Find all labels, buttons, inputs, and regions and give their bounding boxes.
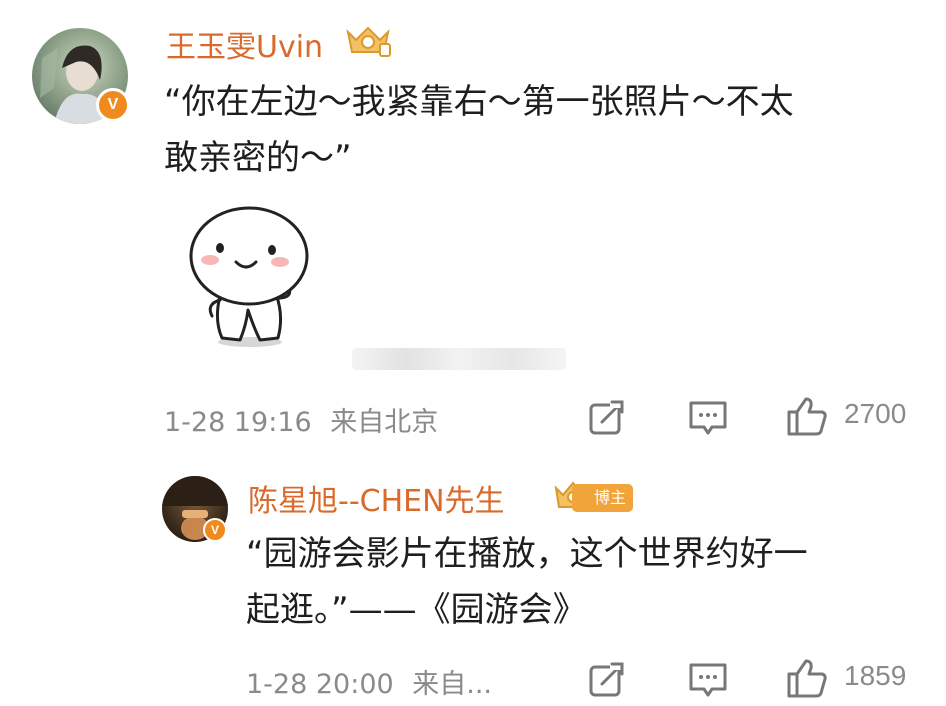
verified-badge-icon: V — [203, 518, 227, 542]
share-icon[interactable] — [588, 398, 626, 436]
comment-text: “你在左边～我紧靠右～第一张照片～不太 敢亲密的～” — [164, 74, 924, 186]
location: 来自北京 — [330, 407, 439, 438]
timestamp: 1-28 19:16 — [164, 407, 312, 438]
comment-text-line: “你在左边～我紧靠右～第一张照片～不太 — [164, 82, 794, 122]
share-icon[interactable] — [588, 660, 626, 698]
username[interactable]: 陈星旭--CHEN先生 — [248, 476, 505, 520]
thumbs-up-icon[interactable] — [786, 396, 828, 436]
like-count: 2700 — [844, 398, 907, 429]
vip-crown-icon — [346, 26, 391, 57]
comment-text-line: “园游会影片在播放，这个世界约好一 — [246, 534, 808, 574]
location: 来自... — [412, 669, 493, 700]
comment-icon[interactable] — [688, 398, 728, 438]
comment-text: “园游会影片在播放，这个世界约好一 起逛。”——《园游会》 — [246, 526, 926, 638]
blurred-watermark — [352, 348, 566, 370]
username[interactable]: 王玉雯Uvin — [166, 22, 323, 66]
comment-text-line: 敢亲密的～” — [164, 138, 352, 178]
comment-meta: 1-28 19:16 来自北京 — [164, 400, 438, 439]
blogger-tag: 博主 — [572, 484, 634, 512]
timestamp: 1-28 20:00 — [246, 669, 394, 700]
thumbs-up-icon[interactable] — [786, 658, 828, 698]
smiling-sticker-icon — [189, 206, 309, 347]
verified-badge-icon: V — [96, 88, 130, 122]
like-count: 1859 — [844, 660, 907, 691]
comment-meta: 1-28 20:00 来自... — [246, 662, 492, 701]
comment-text-line: 起逛。”——《园游会》 — [246, 590, 587, 630]
comment-icon[interactable] — [688, 660, 728, 700]
